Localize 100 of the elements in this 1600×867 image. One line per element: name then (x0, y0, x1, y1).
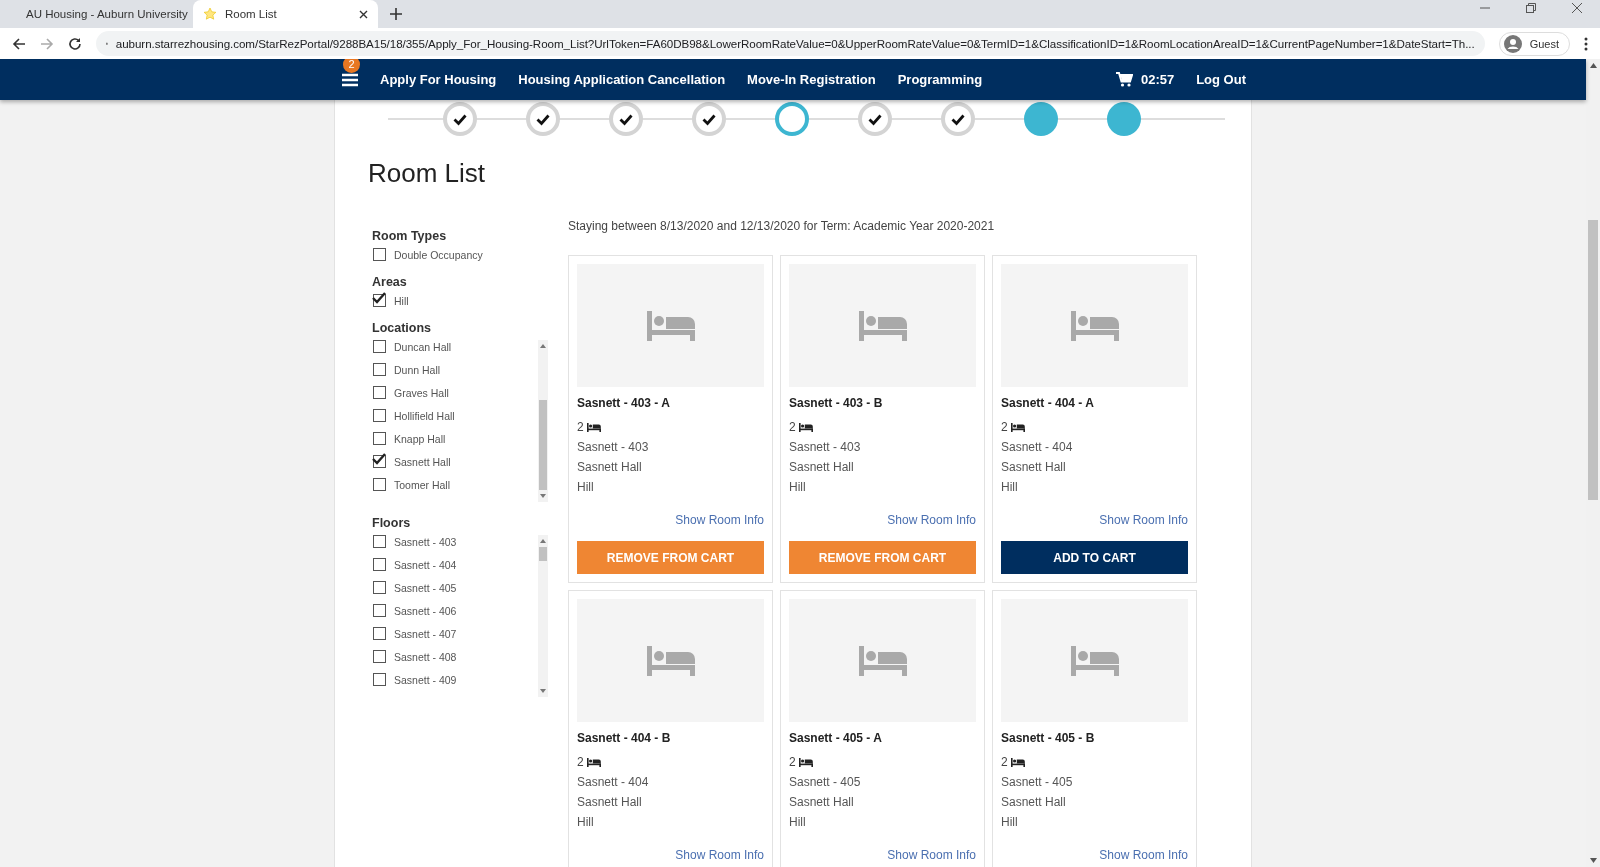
checkbox[interactable] (373, 455, 386, 468)
scrollbar-thumb[interactable] (1588, 220, 1598, 500)
show-room-info-link[interactable]: Show Room Info (887, 513, 976, 527)
show-room-info-link[interactable]: Show Room Info (675, 513, 764, 527)
cart-icon[interactable] (1115, 72, 1133, 87)
hall-text: Sasnett Hall (789, 460, 855, 474)
checkbox[interactable] (373, 248, 386, 261)
star-icon (203, 7, 217, 21)
room-name: Sasnett - 404 - B (577, 731, 672, 745)
scrollbar[interactable] (538, 340, 548, 502)
checkbox[interactable] (373, 673, 386, 686)
checkbox[interactable] (373, 650, 386, 663)
checkbox-label[interactable]: Knapp Hall (394, 432, 446, 445)
checkbox[interactable] (373, 294, 386, 307)
checkbox-label[interactable]: Sasnett - 407 (394, 627, 457, 640)
bed-count: 2 (577, 420, 584, 434)
bed-count: 2 (1001, 755, 1008, 769)
browser-tab[interactable]: AU Housing - Auburn University (8, 0, 193, 28)
checkbox-label[interactable]: Hollifield Hall (394, 409, 455, 422)
checkbox-label[interactable]: Sasnett - 409 (394, 673, 457, 686)
floor-text: Sasnett - 403 (789, 440, 862, 454)
reload-icon[interactable] (68, 36, 82, 51)
more-icon[interactable] (1584, 36, 1588, 51)
checkbox[interactable] (373, 340, 386, 353)
address-field[interactable]: auburn.starrezhousing.com/StarRezPortal/9288BA15/18/355/Apply_For_Housing-Room_List?UrlToken=FA60DB98&LowerRoomRateValue=0&UpperRoomRateValue=0&TermID=1&ClassificationID=1&RoomLocationAreaID=1&CurrentPageNumber=1&DateStart=Th... (96, 31, 1485, 56)
logout-link[interactable]: Log Out (1196, 72, 1246, 87)
area-text: Hill (577, 815, 595, 829)
bed-count: 2 (1001, 420, 1008, 434)
checkbox-label[interactable]: Toomer Hall (394, 478, 451, 491)
bed-icon (646, 645, 695, 676)
room-name: Sasnett - 403 - B (789, 396, 884, 410)
scroll-down-icon[interactable] (1589, 858, 1597, 863)
scroll-up-icon[interactable] (1589, 63, 1597, 68)
nav-link[interactable]: Housing Application Cancellation (518, 72, 726, 87)
scroll-down-icon[interactable] (540, 689, 546, 693)
hall-text: Sasnett Hall (1001, 795, 1067, 809)
filter-heading: Areas (372, 275, 408, 289)
bed-icon (858, 645, 907, 676)
checkbox-label[interactable]: Sasnett - 404 (394, 558, 457, 571)
show-room-info-link[interactable]: Show Room Info (1099, 513, 1188, 527)
filter-heading: Locations (372, 321, 433, 335)
checkbox-label[interactable]: Sasnett - 403 (394, 535, 457, 548)
timer-text: 02:57 (1140, 72, 1175, 87)
scrollbar-thumb[interactable] (539, 400, 547, 490)
checkbox-label[interactable]: Sasnett - 405 (394, 581, 457, 594)
nav-link[interactable]: Apply For Housing (380, 72, 497, 87)
checkbox[interactable] (373, 604, 386, 617)
area-text: Hill (1001, 480, 1019, 494)
checkbox[interactable] (373, 478, 386, 491)
hall-text: Sasnett Hall (789, 795, 855, 809)
bed-icon (798, 422, 813, 432)
show-room-info-link[interactable]: Show Room Info (887, 848, 976, 862)
checkbox-label[interactable]: Hill (394, 294, 409, 307)
add-to-cart-button[interactable]: ADD TO CART (1001, 541, 1188, 574)
checkbox[interactable] (373, 386, 386, 399)
show-room-info-link[interactable]: Show Room Info (675, 848, 764, 862)
back-arrow-icon[interactable] (12, 36, 26, 51)
checkbox[interactable] (373, 363, 386, 376)
floor-text: Sasnett - 405 (789, 775, 862, 789)
checkbox[interactable] (373, 581, 386, 594)
area-text: Hill (789, 815, 807, 829)
checkbox-label[interactable]: Graves Hall (394, 386, 449, 399)
bed-count: 2 (789, 755, 796, 769)
nav-link[interactable]: Programming (897, 72, 983, 87)
floor-text: Sasnett - 404 (1001, 440, 1074, 454)
checkbox-label[interactable]: Sasnett - 408 (394, 650, 457, 663)
scroll-up-icon[interactable] (540, 539, 546, 543)
bed-count: 2 (789, 420, 796, 434)
scrollbar-thumb[interactable] (539, 547, 547, 561)
bed-icon (798, 757, 813, 767)
hall-text: Sasnett Hall (1001, 460, 1067, 474)
floor-text: Sasnett - 405 (1001, 775, 1074, 789)
checkbox-label[interactable]: Duncan Hall (394, 340, 452, 353)
plus-icon[interactable] (390, 8, 402, 20)
bed-icon (646, 310, 695, 341)
browser-tab[interactable]: Room List (193, 0, 378, 28)
scroll-up-icon[interactable] (540, 344, 546, 348)
close-icon[interactable] (1572, 3, 1582, 13)
bed-icon (1070, 645, 1119, 676)
checkbox[interactable] (373, 535, 386, 548)
show-room-info-link[interactable]: Show Room Info (1099, 848, 1188, 862)
menu-icon[interactable] (342, 72, 358, 87)
scroll-down-icon[interactable] (540, 494, 546, 498)
area-text: Hill (1001, 815, 1019, 829)
scrollbar[interactable] (538, 535, 548, 697)
floor-text: Sasnett - 403 (577, 440, 650, 454)
checkbox-label[interactable]: Sasnett - 406 (394, 604, 457, 617)
checkbox[interactable] (373, 432, 386, 445)
bed-icon (1070, 310, 1119, 341)
page-title: Room List (368, 158, 487, 189)
checkbox[interactable] (373, 627, 386, 640)
checkbox[interactable] (373, 558, 386, 571)
checkbox-label[interactable]: Dunn Hall (394, 363, 441, 376)
checkbox-label[interactable]: Double Occupancy (394, 248, 483, 261)
checkbox[interactable] (373, 409, 386, 422)
close-icon[interactable] (359, 9, 368, 19)
nav-link[interactable]: Move-In Registration (747, 72, 876, 87)
restore-icon[interactable] (1526, 3, 1536, 13)
filter-heading: Floors (372, 516, 412, 530)
checkbox-label[interactable]: Sasnett Hall (394, 455, 451, 468)
